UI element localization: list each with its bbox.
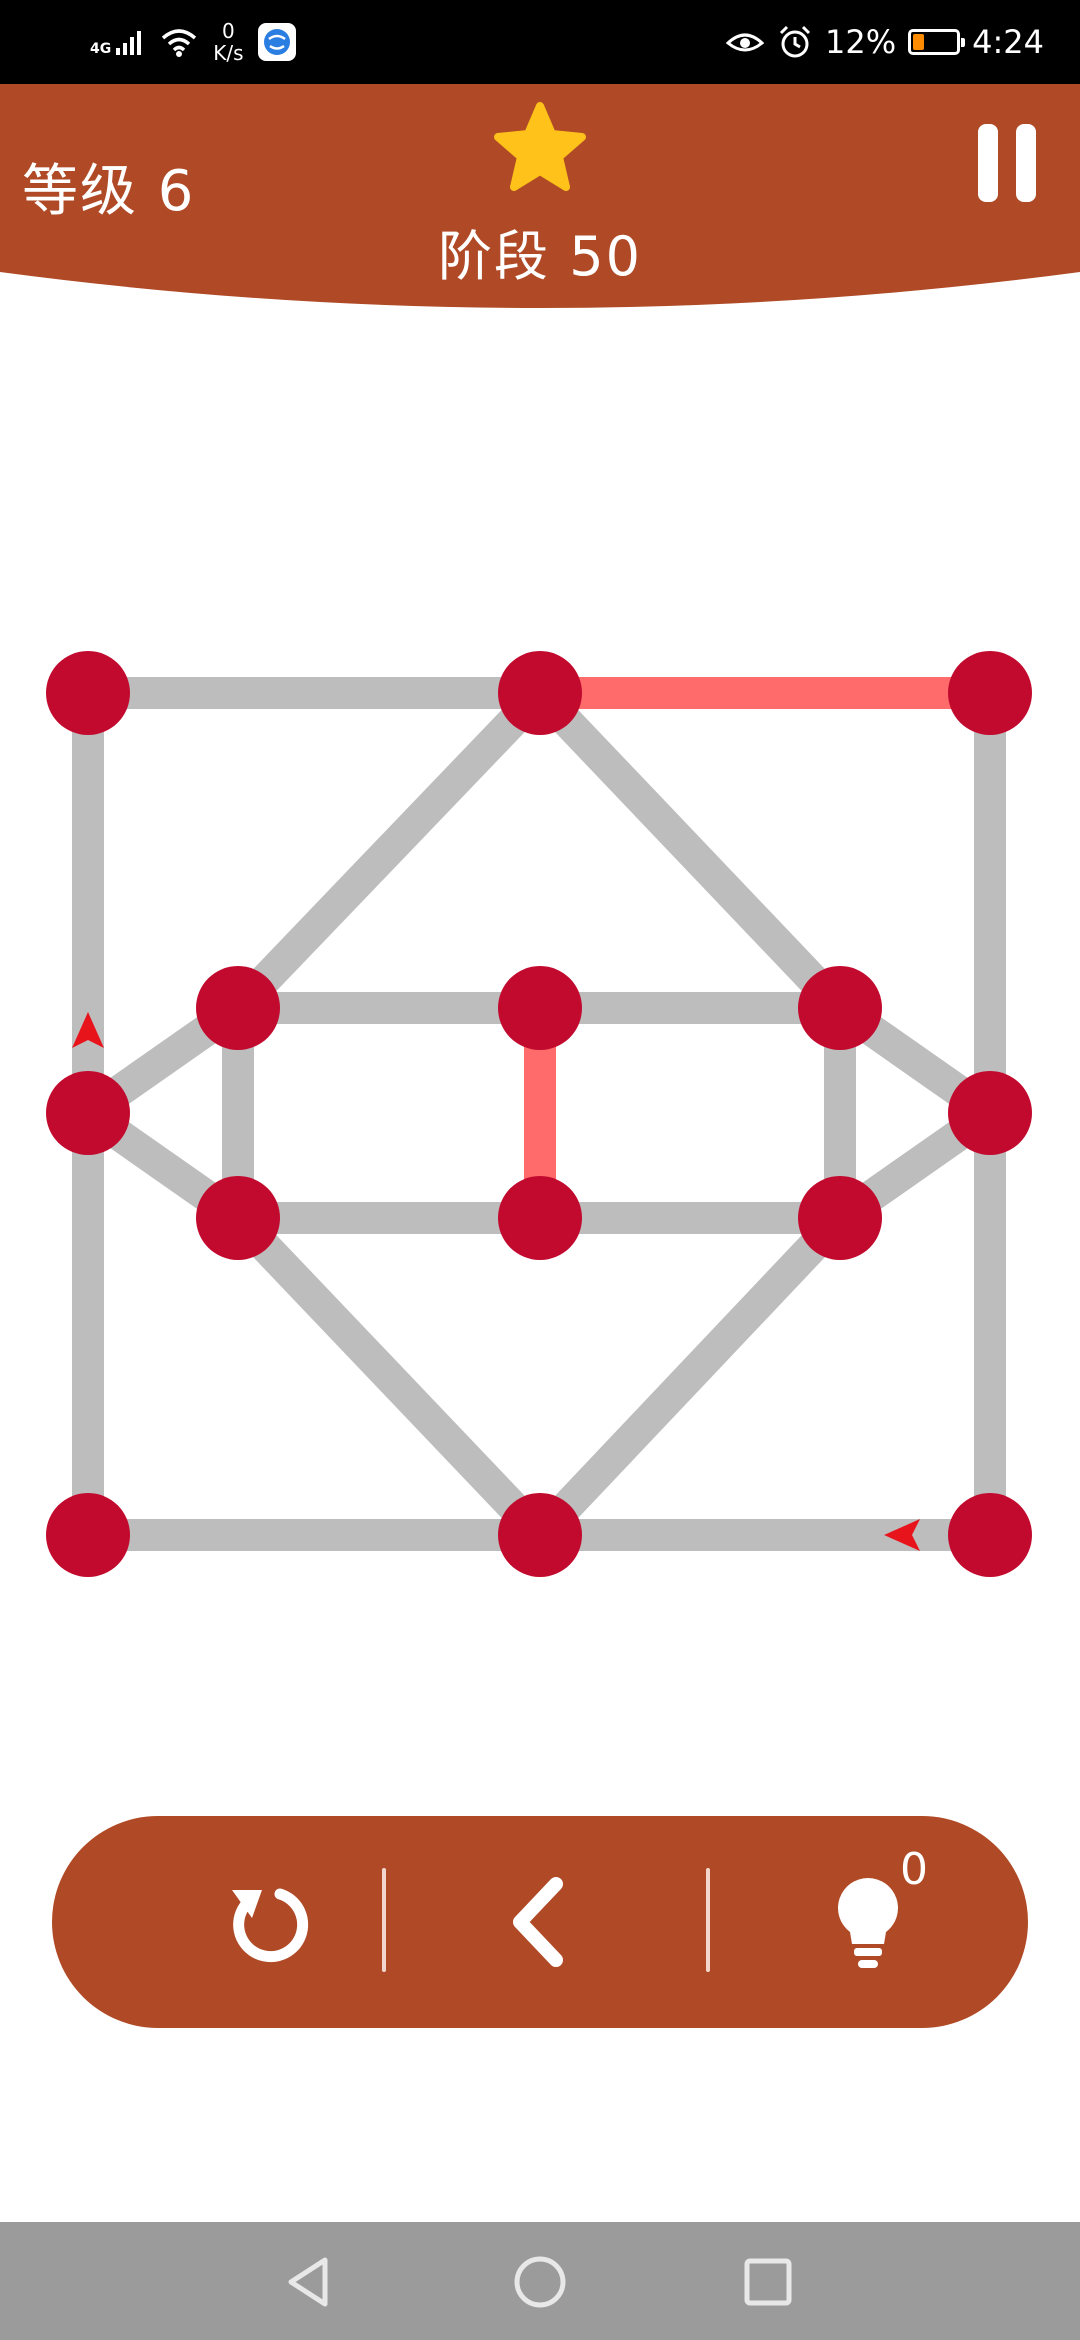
node[interactable]	[196, 1176, 280, 1260]
node[interactable]	[498, 966, 582, 1050]
net-speed: 0 K/s	[213, 20, 243, 64]
signal-icon	[116, 31, 142, 55]
edge	[528, 681, 852, 1020]
net-speed-unit: K/s	[213, 41, 244, 65]
toolbar-divider	[706, 1868, 710, 1972]
hint-button[interactable]	[768, 1816, 968, 2028]
nav-recents-icon	[744, 2258, 792, 2306]
network-type: 4G	[90, 41, 112, 57]
battery-percent: 12%	[825, 23, 897, 61]
pause-icon-bar-right	[1016, 124, 1036, 202]
alarm-icon	[779, 25, 811, 58]
nav-home-icon	[514, 2256, 566, 2308]
stage-label: 阶段 50	[438, 225, 642, 288]
direction-arrow-icon	[72, 1012, 104, 1048]
nav-recents-button[interactable]	[730, 2244, 806, 2320]
nav-back-button[interactable]	[270, 2244, 346, 2320]
node[interactable]	[948, 1071, 1032, 1155]
node[interactable]	[948, 1493, 1032, 1577]
pause-button[interactable]	[974, 124, 1040, 204]
direction-arrow-icon	[884, 1519, 920, 1551]
node[interactable]	[46, 651, 130, 735]
app-notification-icon	[257, 23, 296, 61]
wifi-icon	[162, 29, 197, 57]
toolbar-divider	[382, 1868, 386, 1972]
status-left: 4G 0 K/s	[90, 14, 296, 70]
game-header: 等级 6 阶段 50	[0, 84, 1080, 314]
clock: 4:24	[972, 23, 1044, 61]
navigation-bar	[0, 2222, 1080, 2340]
undo-step-button[interactable]	[438, 1816, 638, 2028]
hint-bulb-icon	[838, 1878, 898, 1968]
node[interactable]	[798, 1176, 882, 1260]
game-toolbar: 0	[52, 1816, 1028, 2028]
nav-back-icon	[288, 2257, 328, 2307]
hint-count: 0	[900, 1844, 928, 1895]
node[interactable]	[798, 966, 882, 1050]
edge	[528, 1207, 852, 1546]
nav-home-button[interactable]	[502, 2244, 578, 2320]
node[interactable]	[498, 651, 582, 735]
node[interactable]	[46, 1493, 130, 1577]
battery-level-fill	[913, 34, 925, 50]
node[interactable]	[948, 651, 1032, 735]
node[interactable]	[46, 1071, 130, 1155]
signal-group: 4G	[90, 28, 145, 56]
edge	[78, 994, 248, 1127]
edge	[830, 994, 1000, 1127]
back-icon	[513, 1877, 563, 1967]
edge	[226, 1206, 552, 1547]
restart-button[interactable]	[168, 1816, 368, 2028]
node[interactable]	[498, 1493, 582, 1577]
star-icon	[494, 102, 586, 191]
edge	[830, 1099, 1000, 1232]
node[interactable]	[498, 1176, 582, 1260]
edge	[226, 681, 552, 1020]
battery-icon	[908, 29, 966, 55]
net-speed-value: 0	[222, 19, 235, 43]
node[interactable]	[196, 966, 280, 1050]
status-right: 12% 4:24	[725, 14, 1044, 70]
pause-icon-bar-left	[978, 124, 998, 202]
edge	[78, 1099, 248, 1232]
undo-icon	[232, 1888, 309, 1963]
status-bar: 4G 0 K/s 12% 4:24	[0, 0, 1080, 84]
eye-comfort-icon	[725, 33, 765, 52]
